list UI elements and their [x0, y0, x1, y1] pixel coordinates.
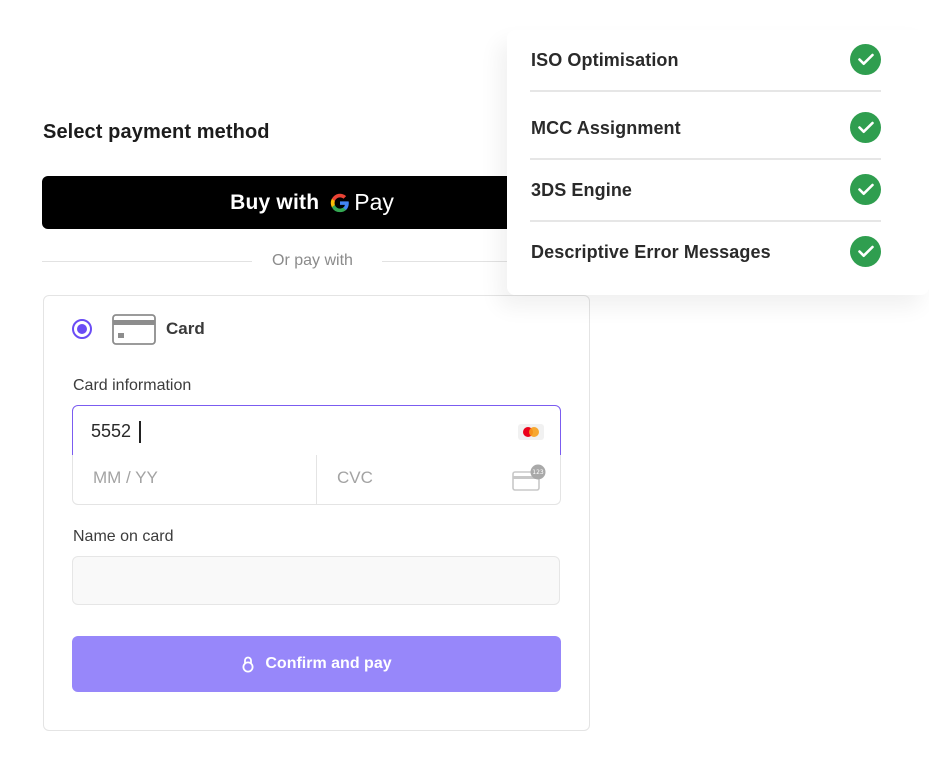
- feature-label: Descriptive Error Messages: [531, 242, 771, 262]
- confirm-and-pay-label: Confirm and pay: [265, 655, 392, 672]
- confirm-and-pay-button[interactable]: Confirm and pay: [72, 636, 561, 692]
- card-information-label: Card information: [73, 377, 192, 394]
- expiry-input[interactable]: MM / YY: [72, 455, 317, 505]
- check-circle-icon: [850, 44, 881, 75]
- feature-row-3ds-engine: 3DS Engine: [530, 160, 881, 222]
- feature-label: 3DS Engine: [531, 180, 633, 200]
- name-on-card-label: Name on card: [73, 528, 174, 545]
- feature-row-mcc-assignment: MCC Assignment: [530, 98, 881, 160]
- card-number-input[interactable]: 5552: [72, 405, 561, 456]
- google-g-icon: [331, 193, 350, 212]
- text-cursor: [139, 421, 141, 443]
- cvc-card-icon: 123: [512, 464, 546, 491]
- check-circle-icon: [850, 236, 881, 267]
- page-title: Select payment method: [43, 121, 270, 143]
- google-pay-buy-label: Buy with: [230, 190, 320, 214]
- card-method-label: Card: [166, 319, 205, 338]
- cvc-placeholder: CVC: [337, 468, 373, 487]
- google-pay-button[interactable]: Buy with Pay: [42, 176, 582, 229]
- feature-row-descriptive-error-messages: Descriptive Error Messages: [530, 222, 881, 284]
- credit-card-icon: [112, 314, 156, 345]
- mastercard-icon: [518, 424, 544, 440]
- check-circle-icon: [850, 174, 881, 205]
- card-radio-button[interactable]: [72, 319, 92, 339]
- cvc-badge-text: 123: [532, 469, 544, 476]
- or-pay-with-divider: Or pay with: [42, 250, 512, 272]
- feature-row-iso-optimisation: ISO Optimisation: [530, 30, 881, 92]
- lock-icon: [242, 656, 254, 673]
- card-number-value: 5552: [91, 421, 132, 441]
- expiry-placeholder: MM / YY: [93, 468, 158, 487]
- divider-text: Or pay with: [272, 252, 353, 269]
- google-pay-pay-label: Pay: [354, 189, 394, 215]
- cvc-input[interactable]: CVC 123: [316, 455, 561, 505]
- divider-line-right: [382, 261, 512, 262]
- name-on-card-input[interactable]: [72, 556, 560, 605]
- divider-line-left: [42, 261, 252, 262]
- check-circle-icon: [850, 112, 881, 143]
- radio-selected-dot: [77, 324, 87, 334]
- feature-label: MCC Assignment: [531, 118, 681, 138]
- feature-label: ISO Optimisation: [531, 50, 679, 70]
